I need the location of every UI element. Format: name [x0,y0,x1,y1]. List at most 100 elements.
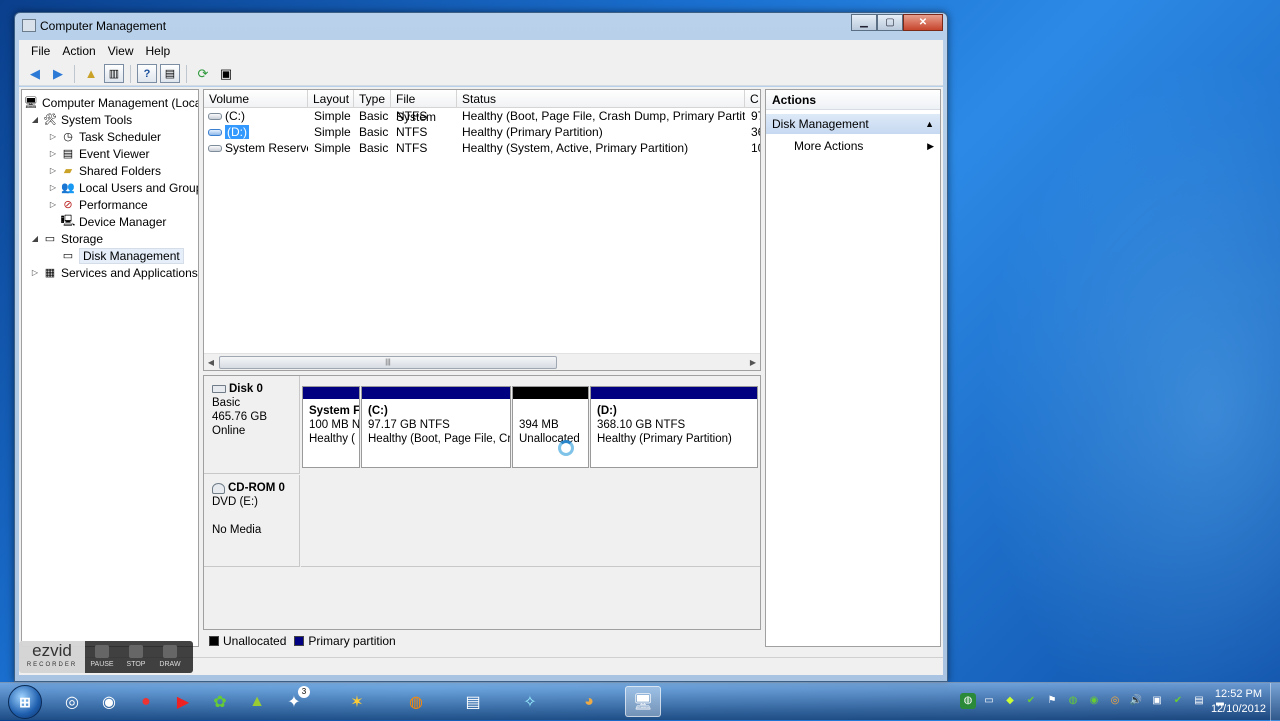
column-header-file-system[interactable]: File System [391,90,457,124]
table-row[interactable]: (D:) Simple Basic NTFS Healthy (Primary … [204,124,760,140]
tree-item-disk-management[interactable]: ▭ Disk Management [61,247,184,264]
flag-icon[interactable]: ⚑ [1044,693,1060,709]
safely-remove-icon[interactable]: ▤ [1191,693,1207,709]
collapse-arrow-icon[interactable]: ▷ [48,166,58,175]
up-folder-icon[interactable]: ▲ [81,64,101,83]
android-icon[interactable]: ▲ [239,686,275,717]
toolbar-separator [130,64,131,83]
drive-icon [208,113,222,121]
network-app-icon[interactable]: ✧ [512,686,548,717]
youtube-icon[interactable]: ▶ [165,686,201,717]
volume-icon[interactable]: 🔊 [1128,693,1144,709]
scrollbar-thumb[interactable]: ||| [219,356,557,369]
refresh-icon[interactable]: ⟳ [193,64,213,83]
menu-action[interactable]: Action [56,44,101,58]
show-hide-action-pane-icon[interactable]: ▤ [160,64,180,83]
tray-app-icon[interactable]: ◍ [960,693,976,709]
actions-section-disk-management[interactable]: Disk Management ▲ [766,114,940,134]
scroll-right-icon[interactable]: ▶ [746,356,760,369]
column-header-type[interactable]: Type [354,90,391,108]
collapse-arrow-icon[interactable]: ▷ [48,183,58,192]
minimize-button[interactable]: ▁ [851,14,877,31]
game-icon[interactable]: ✿ [202,686,238,717]
collapse-arrow-icon[interactable]: ▷ [30,268,40,277]
expand-arrow-icon[interactable]: ◢ [30,115,40,124]
tray-app-icon[interactable]: ✔ [1170,693,1186,709]
column-header-capacity[interactable]: C [745,90,760,108]
scroll-left-icon[interactable]: ◀ [204,356,218,369]
back-arrow-icon[interactable]: ◀ [25,64,45,83]
tree-label: Task Scheduler [79,129,162,144]
table-row[interactable]: System Reserved Simple Basic NTFS Health… [204,140,760,156]
tray-app-icon[interactable]: ◎ [1107,693,1123,709]
cdrom-0-area[interactable] [301,475,760,567]
disk-0-label[interactable]: Disk 0 Basic 465.76 GB Online [204,376,300,474]
clock[interactable]: 12:52 PM 12/10/2012 [1211,687,1266,717]
tree-item-shared-folders[interactable]: ▷ ▰ Shared Folders [48,162,161,179]
show-hide-tree-icon[interactable]: ▥ [104,64,124,83]
tray-app-icon[interactable]: ◍ [1065,693,1081,709]
forward-arrow-icon[interactable]: ▶ [48,64,68,83]
toolbar-separator [74,64,75,83]
tray-app-icon[interactable]: ▣ [1149,693,1165,709]
computer-management-task[interactable]: 🖥 [625,686,661,717]
column-header-volume[interactable]: Volume [204,90,308,108]
tree-item-performance[interactable]: ▷ ⊘ Performance [48,196,148,213]
system-tray: ◍ ▭ ◆ ✔ ⚑ ◍ ◉ ◎ 🔊 ▣ ✔ ▤ ▂ [960,693,1228,709]
stop-button[interactable]: STOP [119,641,153,673]
partition-system-reserved[interactable]: System F 100 MB N Healthy ( [302,386,360,468]
tree-item-local-users[interactable]: ▷ 👥 Local Users and Groups [48,179,198,196]
terminal-icon[interactable]: ▤ [455,686,491,717]
show-desktop-button[interactable] [1270,683,1280,721]
pause-button[interactable]: PAUSE [85,641,119,673]
collapse-arrow-icon[interactable]: ▷ [48,200,58,209]
cell-volume: (C:) [204,108,308,124]
tree-item-system-tools[interactable]: ◢ 🛠 System Tools [30,111,132,128]
firefox-icon[interactable]: ◍ [398,686,434,717]
menu-file[interactable]: File [25,44,56,58]
properties-icon[interactable]: ▣ [216,64,236,83]
partition-unallocated[interactable]: 394 MB Unallocated [512,386,589,468]
tree-item-task-scheduler[interactable]: ▷ ◷ Task Scheduler [48,128,161,145]
column-header-layout[interactable]: Layout [308,90,354,108]
cdrom-0-name: CD-ROM 0 [212,481,291,495]
cdrom-0-label[interactable]: CD-ROM 0 DVD (E:) No Media [204,475,300,567]
computer-management-window: Computer Management ▁ ▢ ✕ File Action Vi… [14,12,948,682]
services-icon: ▦ [44,267,56,279]
media-center-icon[interactable]: ◎ [54,686,90,717]
title-bar[interactable]: Computer Management ▁ ▢ ✕ [15,13,947,39]
collapse-up-icon[interactable]: ▲ [925,114,934,134]
chrome-icon[interactable]: ◕ [571,686,607,717]
collapse-arrow-icon[interactable]: ▷ [48,149,58,158]
main-content: 🖥 Computer Management (Local ◢ 🛠 System … [19,87,943,658]
more-actions-item[interactable]: More Actions ▶ [766,136,940,156]
tray-app-icon[interactable]: ◉ [1086,693,1102,709]
start-button[interactable]: ⊞ [8,685,42,719]
expand-arrow-icon[interactable]: ◢ [30,234,40,243]
horizontal-scrollbar[interactable]: ◀ ||| ▶ [204,353,760,370]
column-header-status[interactable]: Status [457,90,745,108]
tray-app-icon[interactable]: ◆ [1002,693,1018,709]
maximize-button[interactable]: ▢ [877,14,903,31]
collapse-arrow-icon[interactable]: ▷ [48,132,58,141]
tree-label: System Tools [61,112,133,127]
ninja-app-icon[interactable]: ✶ [339,686,375,717]
menu-help[interactable]: Help [140,44,177,58]
help-icon[interactable]: ? [137,64,157,83]
tray-app-icon[interactable]: ✔ [1023,693,1039,709]
tree-item-storage[interactable]: ◢ ▭ Storage [30,230,103,247]
tree-item-device-manager[interactable]: 🖳 Device Manager [61,213,167,230]
table-row[interactable]: (C:) Simple Basic NTFS Healthy (Boot, Pa… [204,108,760,124]
partition-d[interactable]: (D:) 368.10 GB NTFS Healthy (Primary Par… [590,386,758,468]
app-icon[interactable]: ✦ 3 [276,686,312,717]
tree-item-event-viewer[interactable]: ▷ ▤ Event Viewer [48,145,150,162]
close-button[interactable]: ✕ [903,14,943,31]
app-camera-icon[interactable]: ◉ [91,686,127,717]
angry-birds-icon[interactable]: ● [128,686,164,717]
partition-c[interactable]: (C:) 97.17 GB NTFS Healthy (Boot, Page F… [361,386,511,468]
tree-item-root[interactable]: 🖥 Computer Management (Local [24,94,198,111]
menu-view[interactable]: View [102,44,140,58]
tree-item-services-applications[interactable]: ▷ ▦ Services and Applications [30,264,198,281]
tray-app-icon[interactable]: ▭ [981,693,997,709]
draw-button[interactable]: DRAW [153,641,187,673]
